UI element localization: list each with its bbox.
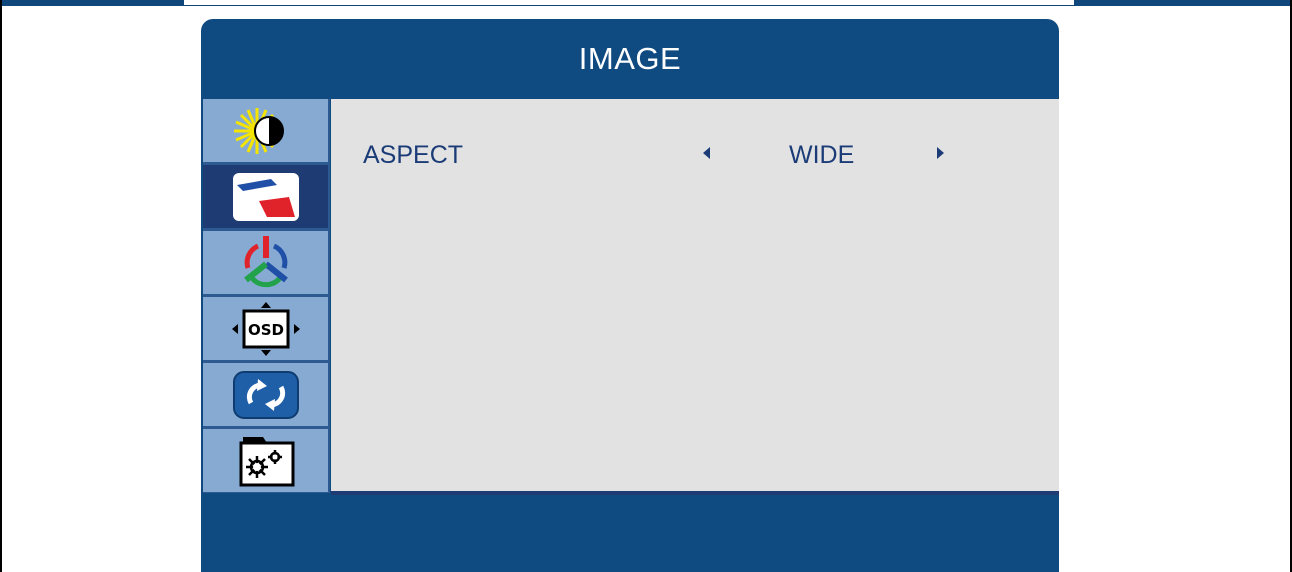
osd-setup-icon: OSD (226, 300, 306, 358)
osd-header: IMAGE (201, 19, 1059, 99)
sidebar-item-osd[interactable]: OSD (203, 297, 328, 360)
osd-content-panel: ASPECT WIDE (331, 99, 1059, 491)
frame-left-border (0, 0, 2, 572)
sidebar-item-luminance[interactable] (203, 99, 328, 162)
svg-text:OSD: OSD (247, 321, 283, 339)
osd-menu: IMAGE OSD ASPECT WIDE (201, 19, 1059, 572)
sidebar-item-reset[interactable] (203, 363, 328, 426)
aspect-prev-arrow[interactable] (703, 147, 710, 159)
aspect-value[interactable]: WIDE (789, 141, 899, 170)
sidebar-item-extra[interactable] (203, 429, 328, 492)
brightness-contrast-icon (231, 102, 301, 160)
frame-top-gap (184, 0, 1074, 5)
image-setup-icon (231, 171, 301, 223)
sidebar-item-color[interactable] (203, 231, 328, 294)
extra-settings-icon (231, 433, 301, 489)
reset-icon (231, 369, 301, 421)
osd-footer (201, 495, 1059, 572)
osd-sidebar: OSD (203, 99, 330, 493)
color-temp-icon (236, 234, 296, 292)
osd-title: IMAGE (578, 41, 682, 76)
aspect-label: ASPECT (363, 141, 464, 169)
aspect-next-arrow[interactable] (937, 147, 944, 159)
sidebar-item-image[interactable] (203, 165, 328, 228)
